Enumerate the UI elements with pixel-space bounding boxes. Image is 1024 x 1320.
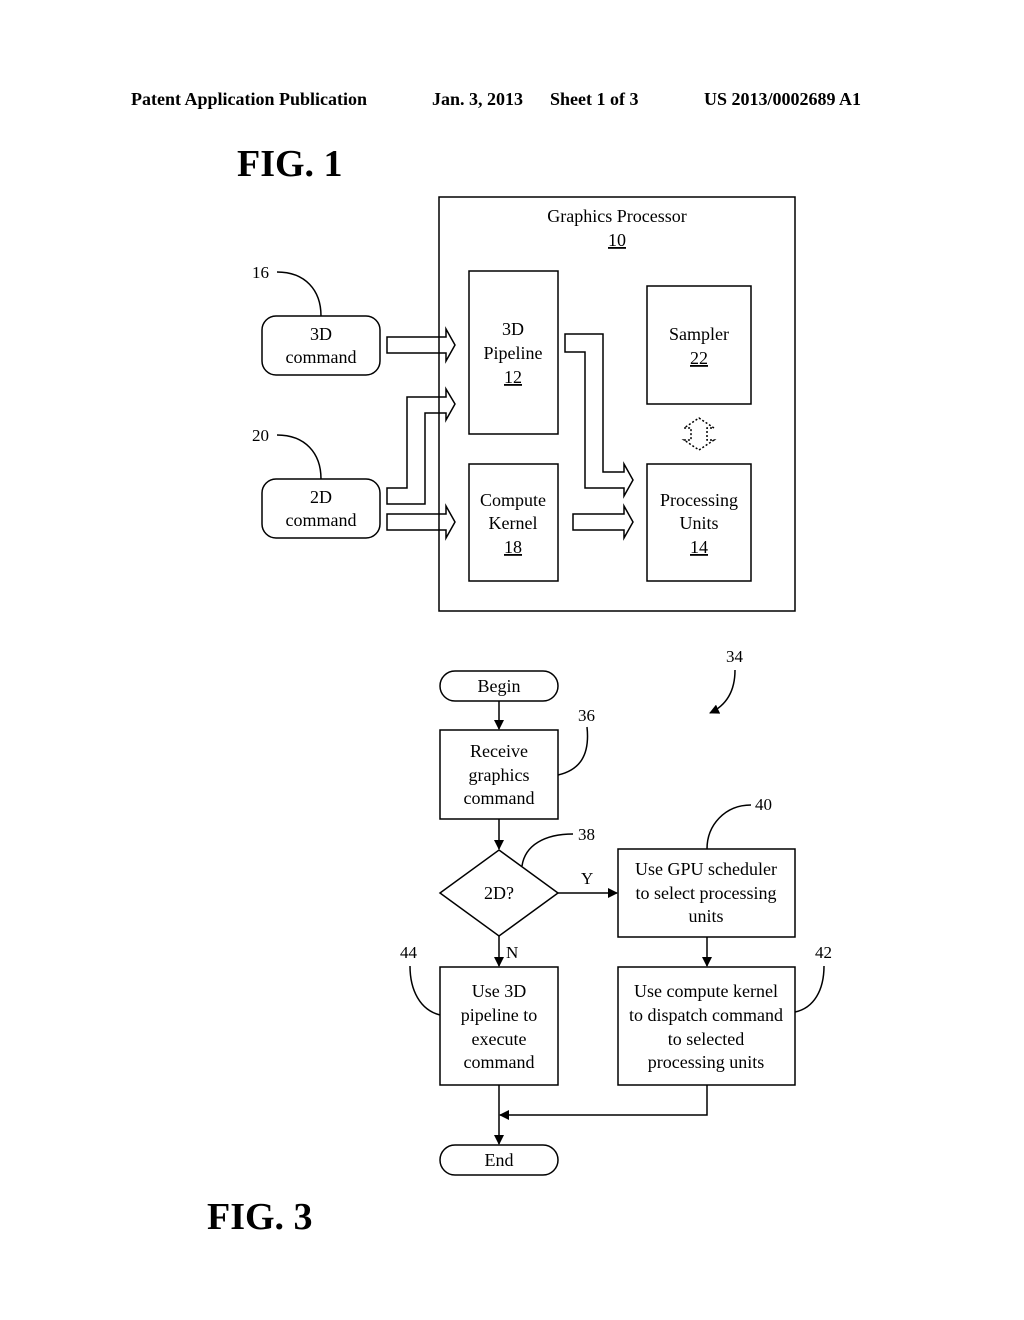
- graphics-processor-label: Graphics Processor: [547, 206, 686, 226]
- arrow-sampler-units-dashed: [681, 417, 717, 451]
- arrow-compute-to-units: [572, 503, 634, 541]
- dispatch-line3: to selected: [668, 1029, 744, 1049]
- arrow-2d-cmd-to-pipeline: [386, 386, 456, 505]
- ref-40: 40: [755, 795, 772, 814]
- decision-yes-label: Y: [581, 869, 593, 888]
- cmd-2d-line1: 2D: [310, 487, 332, 507]
- leader-44: [409, 965, 441, 1016]
- arrow-34: [709, 669, 736, 714]
- pipeline-3d-line2: Pipeline: [484, 343, 543, 363]
- arrow-2d-cmd-to-compute: [386, 503, 456, 541]
- cmd-2d-line2: command: [286, 510, 357, 530]
- compute-kernel-line1: Compute: [480, 490, 546, 510]
- receive-line1: Receive: [470, 741, 528, 761]
- dispatch-line4: processing units: [648, 1052, 765, 1072]
- decision-no-label: N: [506, 943, 518, 962]
- ref-16: 16: [252, 263, 269, 282]
- ref-42: 42: [815, 943, 832, 962]
- leader-16: [276, 271, 322, 317]
- cmd-3d-line1: 3D: [310, 324, 332, 344]
- pipeline-line4: command: [464, 1052, 535, 1072]
- patent-drawing: Graphics Processor 10 3D command 2D comm…: [252, 196, 832, 1176]
- scheduler-line2: to select processing: [636, 883, 777, 903]
- leader-38: [521, 833, 574, 867]
- edge-dispatch-merge: [499, 1085, 708, 1120]
- ref-20: 20: [252, 426, 269, 445]
- receive-line3: command: [464, 788, 535, 808]
- scheduler-line1: Use GPU scheduler: [635, 859, 777, 879]
- begin-label: Begin: [478, 676, 521, 696]
- dispatch-line1: Use compute kernel: [634, 981, 778, 1001]
- graphics-processor-ref: 10: [608, 230, 626, 250]
- arrow-3d-cmd-to-pipeline: [386, 326, 456, 364]
- sampler-line1: Sampler: [669, 324, 729, 344]
- processing-units-line2: Units: [679, 513, 718, 533]
- compute-kernel-line2: Kernel: [489, 513, 538, 533]
- pipeline-3d-ref: 12: [504, 367, 522, 387]
- receive-line2: graphics: [469, 765, 530, 785]
- processing-units-line1: Processing: [660, 490, 738, 510]
- dispatch-line2: to dispatch command: [629, 1005, 783, 1025]
- sampler-box: [646, 285, 752, 405]
- pipeline-3d-line1: 3D: [502, 319, 524, 339]
- compute-kernel-ref: 18: [504, 537, 522, 557]
- pipeline-line1: Use 3D: [472, 981, 527, 1001]
- pipeline-line2: pipeline to: [461, 1005, 537, 1025]
- cmd-3d-line2: command: [286, 347, 357, 367]
- ref-38: 38: [578, 825, 595, 844]
- end-label: End: [485, 1150, 514, 1170]
- processing-units-ref: 14: [690, 537, 708, 557]
- ref-34: 34: [726, 647, 744, 666]
- leader-36: [557, 726, 589, 776]
- leader-42: [794, 965, 825, 1013]
- scheduler-line3: units: [688, 906, 723, 926]
- ref-36: 36: [578, 706, 595, 725]
- pipeline-line3: execute: [472, 1029, 527, 1049]
- arrow-pipeline-to-units: [564, 333, 634, 499]
- decision-label: 2D?: [484, 883, 514, 903]
- leader-40: [706, 804, 752, 850]
- ref-44: 44: [400, 943, 418, 962]
- sampler-ref: 22: [690, 348, 708, 368]
- leader-20: [276, 434, 322, 480]
